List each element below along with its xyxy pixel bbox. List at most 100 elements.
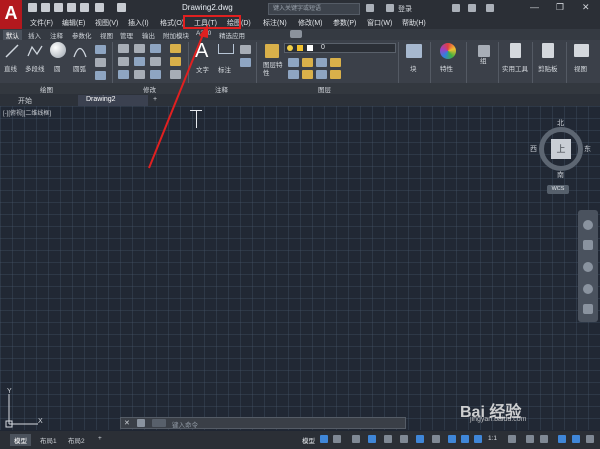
menu-insert[interactable]: 插入(I) <box>128 18 149 28</box>
panel-modify-label[interactable]: 修改 <box>143 84 156 94</box>
polar-toggle-icon[interactable] <box>368 435 376 443</box>
erase-tool-icon[interactable] <box>170 44 181 53</box>
help-icon[interactable] <box>486 4 494 12</box>
object-snap-tracking-icon[interactable] <box>400 435 408 443</box>
leader-tool-icon[interactable] <box>240 45 251 54</box>
snap-toggle-icon[interactable] <box>333 435 341 443</box>
move-tool-icon[interactable] <box>118 44 129 53</box>
command-close-icon[interactable]: ✕ <box>124 419 130 427</box>
layer-tool-7-icon[interactable] <box>316 70 327 79</box>
trim-tool-icon[interactable] <box>150 44 161 53</box>
doc-tab-add-button[interactable]: + <box>150 95 160 106</box>
layout-tab-add-button[interactable]: + <box>94 434 106 443</box>
lineweight-toggle-icon[interactable] <box>432 435 440 443</box>
steering-wheel-icon[interactable] <box>583 220 593 230</box>
ribbon-tab-manage[interactable]: 管理 <box>120 30 133 40</box>
cart-icon[interactable] <box>452 4 460 12</box>
panel-layers-label[interactable]: 图层 <box>318 84 331 94</box>
panel-draw-label[interactable]: 绘图 <box>40 84 53 94</box>
layer-tool-1-icon[interactable] <box>288 58 299 67</box>
layer-dropdown[interactable]: 0 <box>284 43 396 53</box>
layer-tool-5-icon[interactable] <box>288 70 299 79</box>
ribbon-tab-view[interactable]: 视图 <box>100 30 113 40</box>
line-tool-icon[interactable] <box>5 44 19 58</box>
drawing-canvas[interactable] <box>0 106 600 430</box>
array-tool-icon[interactable] <box>150 70 161 79</box>
menu-file[interactable]: 文件(F) <box>30 18 53 28</box>
compass-east[interactable]: 东 <box>584 144 591 154</box>
rectangle-tool-icon[interactable] <box>95 45 106 54</box>
save-icon[interactable] <box>54 3 63 12</box>
close-icon[interactable]: ✕ <box>582 2 590 13</box>
layer-tool-4-icon[interactable] <box>330 58 341 67</box>
arc-tool-icon[interactable] <box>73 44 87 58</box>
clipboard-icon[interactable] <box>542 43 554 58</box>
search-icon[interactable] <box>366 4 374 12</box>
view-icon[interactable] <box>574 44 589 57</box>
rotate-tool-icon[interactable] <box>134 44 145 53</box>
ribbon-tab-featured-apps[interactable]: 精选应用 <box>219 30 245 40</box>
auto-scale-icon[interactable] <box>461 435 469 443</box>
hardware-acceleration-icon[interactable] <box>572 435 580 443</box>
redo-icon[interactable] <box>117 3 126 12</box>
user-icon[interactable] <box>386 4 394 12</box>
layout-tab-model[interactable]: 模型 <box>10 434 31 446</box>
fillet-tool-icon[interactable] <box>150 57 161 66</box>
orbit-icon[interactable] <box>583 284 593 294</box>
pan-icon[interactable] <box>583 240 593 250</box>
viewcube[interactable]: 上 北 南 东 西 <box>530 120 591 180</box>
units-icon[interactable] <box>540 435 548 443</box>
layer-tool-8-icon[interactable] <box>330 70 341 79</box>
table-tool-icon[interactable] <box>240 58 251 67</box>
command-wrench-icon[interactable] <box>137 419 145 427</box>
print-icon[interactable] <box>80 3 89 12</box>
menu-window[interactable]: 窗口(W) <box>367 18 392 28</box>
menu-edit[interactable]: 编辑(E) <box>62 18 85 28</box>
annotation-scale-icon[interactable] <box>474 435 482 443</box>
layer-properties-icon[interactable] <box>265 44 279 58</box>
ortho-toggle-icon[interactable] <box>352 435 360 443</box>
menu-dimension[interactable]: 标注(N) <box>263 18 287 28</box>
hatch-tool-icon[interactable] <box>95 58 106 67</box>
ribbon-tab-output[interactable]: 输出 <box>142 30 155 40</box>
app-logo[interactable]: A <box>0 0 22 29</box>
workspace-gear-icon[interactable] <box>508 435 516 443</box>
ribbon-tab-a360[interactable]: A360 <box>196 30 211 37</box>
menu-help[interactable]: 帮助(H) <box>402 18 426 28</box>
annotation-scale-value[interactable]: 1:1 <box>488 435 497 442</box>
layout-tab-layout1[interactable]: 布局1 <box>36 434 61 446</box>
undo-icon[interactable] <box>95 3 104 12</box>
customization-menu-icon[interactable] <box>586 435 594 443</box>
menu-format[interactable]: 格式(O) <box>160 18 184 28</box>
minimize-icon[interactable]: — <box>530 2 539 12</box>
save-as-icon[interactable] <box>67 3 76 12</box>
properties-icon[interactable] <box>440 43 456 59</box>
exchange-icon[interactable] <box>468 4 476 12</box>
text-tool-icon[interactable]: A <box>195 40 208 63</box>
object-snap-icon[interactable] <box>416 435 424 443</box>
annotation-visibility-icon[interactable] <box>448 435 456 443</box>
stretch-tool-icon[interactable] <box>118 70 129 79</box>
circle-tool-icon[interactable] <box>50 42 66 58</box>
isolate-objects-icon[interactable] <box>558 435 566 443</box>
doc-tab-drawing2[interactable]: Drawing2 <box>78 95 148 106</box>
viewcube-top-face[interactable]: 上 <box>551 139 571 159</box>
compass-west[interactable]: 西 <box>530 144 537 154</box>
gradient-tool-icon[interactable] <box>95 71 106 80</box>
viewport-controls[interactable]: [-][俯视][二维线框] <box>3 108 51 117</box>
ribbon-tab-annotate[interactable]: 注释 <box>50 30 63 40</box>
offset-tool-icon[interactable] <box>170 70 181 79</box>
dimension-tool-icon[interactable] <box>218 44 234 54</box>
scale-tool-icon[interactable] <box>134 70 145 79</box>
mirror-tool-icon[interactable] <box>134 57 145 66</box>
layer-tool-2-icon[interactable] <box>302 58 313 67</box>
new-file-icon[interactable] <box>28 3 37 12</box>
compass-south[interactable]: 南 <box>557 170 564 180</box>
restore-icon[interactable]: ❐ <box>556 2 564 13</box>
grid-toggle-icon[interactable] <box>320 435 328 443</box>
search-input[interactable]: 键入关键字或短语 <box>268 3 360 15</box>
menu-parametric[interactable]: 参数(P) <box>333 18 356 28</box>
utilities-icon[interactable] <box>510 43 521 58</box>
ribbon-tab-insert[interactable]: 插入 <box>28 30 41 40</box>
ribbon-tab-addins[interactable]: 附加模块 <box>163 30 189 40</box>
